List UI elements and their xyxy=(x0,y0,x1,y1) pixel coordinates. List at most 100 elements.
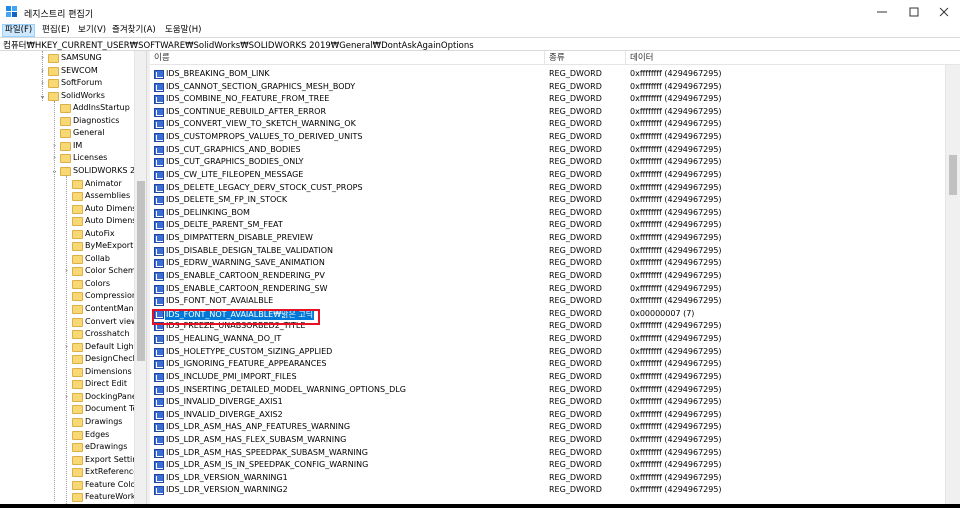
value-row[interactable]: IDS_BREAKING_BOM_LINK REG_DWORD 0xffffffff… xyxy=(150,68,945,81)
tree-item[interactable]: General xyxy=(0,127,134,140)
value-row[interactable]: IDS_INVALID_DIVERGE_AXIS1 REG_DWORD 0xffff… xyxy=(150,396,945,409)
value-type: REG_DWORD xyxy=(549,321,602,331)
value-row[interactable]: IDS_DISABLE_DESIGN_TALBE_VALIDATION REG_D… xyxy=(150,245,945,258)
value-row[interactable]: IDS_ENABLE_CARTOON_RENDERING_PV REG_DWORD… xyxy=(150,270,945,283)
tree-scrollbar-thumb[interactable] xyxy=(137,181,145,361)
tree-item[interactable]: Collab xyxy=(0,253,134,266)
value-row[interactable]: IDS_CW_LITE_FILEOPEN_MESSAGE REG_DWORD 0xf… xyxy=(150,169,945,182)
tree-item[interactable]: › Default Lighti xyxy=(0,341,139,354)
value-row[interactable]: IDS_INVALID_DIVERGE_AXIS2 REG_DWORD 0xffff… xyxy=(150,409,945,422)
tree-item[interactable]: › IM xyxy=(0,140,134,153)
value-data: 0xffffffff (4294967295) xyxy=(630,296,722,306)
value-row[interactable]: IDS_CUSTOMPROPS_VALUES_TO_DERIVED_UNITS R… xyxy=(150,131,945,144)
tree-item[interactable]: Auto Dimensi xyxy=(0,215,139,228)
tree-item[interactable]: Diagnostics xyxy=(0,115,134,128)
tree-item[interactable]: FeatureWorks xyxy=(0,491,140,504)
tree-item[interactable]: Assemblies xyxy=(0,190,134,203)
column-header-data[interactable]: 데이터 xyxy=(626,51,945,65)
value-row[interactable]: IDS_CONTINUE_REBUILD_AFTER_ERROR REG_DWOR… xyxy=(150,106,945,119)
value-row[interactable]: IDS_INSERTING_DETAILED_MODEL_WARNING_OPT… xyxy=(150,384,945,397)
red-highlight-box xyxy=(152,309,320,325)
value-row[interactable]: IDS_DELTE_PARENT_SM_FEAT REG_DWORD 0xfffff… xyxy=(150,219,945,232)
value-data: 0xffffffff (4294967295) xyxy=(630,447,722,457)
tree-item[interactable]: AddInsStartup xyxy=(0,102,134,115)
menu-view[interactable]: 보기(V) xyxy=(76,24,108,37)
menu-edit[interactable]: 편집(E) xyxy=(40,24,72,37)
tree-item[interactable]: AutoFix xyxy=(0,228,134,241)
tree-item[interactable]: Compression xyxy=(0,290,137,303)
tree-item[interactable]: Document Tei xyxy=(0,403,140,416)
value-row[interactable]: IDS_LDR_VERSION_WARNING2 REG_DWORD 0xfffff… xyxy=(150,484,945,497)
value-row[interactable]: IDS_DELETE_SM_FP_IN_STOCK REG_DWORD 0xffff… xyxy=(150,194,945,207)
value-data: 0xffffffff (4294967295) xyxy=(630,245,722,255)
value-row[interactable]: IDS_DIMPATTERN_DISABLE_PREVIEW REG_DWORD 0… xyxy=(150,232,945,245)
value-row[interactable]: IDS_INCLUDE_PMI_IMPORT_FILES REG_DWORD 0xf… xyxy=(150,371,945,384)
tree-scrollbar[interactable] xyxy=(134,51,146,504)
value-row[interactable]: IDS_CUT_GRAPHICS_AND_BODIES REG_DWORD 0xff… xyxy=(150,144,945,157)
value-row[interactable]: IDS_FONT_NOT_AVAIALBLE REG_DWORD 0xfffffff… xyxy=(150,295,945,308)
list-scrollbar-thumb[interactable] xyxy=(949,155,957,195)
value-row[interactable]: IDS_ENABLE_CARTOON_RENDERING_SW REG_DWORD… xyxy=(150,283,945,296)
tree-item[interactable]: Auto Dimensi xyxy=(0,203,139,216)
tree-item[interactable]: Drawings xyxy=(0,416,134,429)
tree-item[interactable]: › Color Scheme xyxy=(0,265,141,278)
tree-item[interactable]: ByMeExport xyxy=(0,240,134,253)
tree-item[interactable]: Feature Colori xyxy=(0,479,141,492)
address-bar[interactable]: 컴퓨터₩HKEY_CURRENT_USER₩SOFTWARE₩SolidWork… xyxy=(0,37,960,51)
value-row[interactable]: IDS_LDR_VERSION_WARNING1 REG_DWORD 0xfffff… xyxy=(150,472,945,485)
value-row[interactable]: IDS_CANNOT_SECTION_GRAPHICS_MESH_BODY REG… xyxy=(150,81,945,94)
tree-item[interactable]: › Licenses xyxy=(0,152,134,165)
value-row[interactable]: IDS_IGNORING_FEATURE_APPEARANCES REG_DWOR… xyxy=(150,358,945,371)
value-row[interactable]: IDS_DELETE_LEGACY_DERV_STOCK_CUST_PROPS R… xyxy=(150,182,945,195)
address-path[interactable]: 컴퓨터₩HKEY_CURRENT_USER₩SOFTWARE₩SolidWork… xyxy=(3,39,474,51)
menu-favorites[interactable]: 즐겨찾기(A) xyxy=(110,24,158,37)
folder-icon xyxy=(72,405,83,415)
close-button[interactable] xyxy=(928,0,960,24)
value-row[interactable]: IDS_CONVERT_VIEW_TO_SKETCH_WARNING_OK REG… xyxy=(150,118,945,131)
value-row[interactable]: IDS_CUT_GRAPHICS_BODIES_ONLY REG_DWORD 0xf… xyxy=(150,156,945,169)
dword-value-icon xyxy=(154,435,164,445)
tree-item[interactable]: Edges xyxy=(0,429,134,442)
title-bar[interactable]: 레지스트리 편집기 xyxy=(0,0,960,24)
value-row[interactable]: IDS_DELINKING_BOM REG_DWORD 0xffffffff (42… xyxy=(150,207,945,220)
value-row[interactable]: IDS_LDR_ASM_HAS_ANP_FEATURES_WARNING REG_… xyxy=(150,421,945,434)
value-row[interactable]: IDS_LDR_ASM_HAS_SPEEDPAK_SUBASM_WARNING R… xyxy=(150,447,945,460)
tree-item[interactable]: ExtReferences xyxy=(0,466,142,479)
value-row[interactable]: IDS_HOLETYPE_CUSTOM_SIZING_APPLIED REG_DW… xyxy=(150,346,945,359)
value-row[interactable]: IDS_LDR_ASM_IS_IN_SPEEDPAK_CONFIG_WARNIN… xyxy=(150,459,945,472)
value-name: IDS_LDR_VERSION_WARNING2 xyxy=(166,485,288,495)
value-row[interactable]: IDS_COMBINE_NO_FEATURE_FROM_TREE REG_DWOR… xyxy=(150,93,945,106)
menu-help[interactable]: 도움말(H) xyxy=(163,24,203,37)
tree-item[interactable]: ⌄ SolidWorks xyxy=(0,90,134,103)
value-type: REG_DWORD xyxy=(549,69,602,78)
tree-item[interactable]: ⌄ SOLIDWORKS 20 xyxy=(0,165,140,178)
tree-item[interactable]: DesignCheck xyxy=(0,353,137,366)
value-data: 0xffffffff (4294967295) xyxy=(630,422,722,432)
tree-item[interactable]: Export Setting xyxy=(0,454,142,467)
tree-item[interactable]: ContentMana xyxy=(0,303,139,316)
tree-item[interactable]: › SAMSUNG xyxy=(0,52,134,65)
value-row[interactable]: IDS_HEALING_WANNA_DO_IT REG_DWORD 0xffffff… xyxy=(150,333,945,346)
tree-item[interactable]: Direct Edit xyxy=(0,378,134,391)
value-type: REG_DWORD xyxy=(549,220,602,230)
tree-item[interactable]: › SoftForum xyxy=(0,77,134,90)
column-header-type[interactable]: 종류 xyxy=(545,51,626,65)
tree-item[interactable]: Dimensions xyxy=(0,366,134,379)
tree-item[interactable]: eDrawings xyxy=(0,441,134,454)
tree-item[interactable]: › SEWCOM xyxy=(0,65,134,78)
value-row[interactable]: IDS_LDR_ASM_HAS_FLEX_SUBASM_WARNING REG_D… xyxy=(150,434,945,447)
column-header-name[interactable]: 이름 xyxy=(150,51,545,65)
tree-item[interactable]: Crosshatch xyxy=(0,328,134,341)
minimize-button[interactable] xyxy=(866,0,898,24)
value-type: REG_DWORD xyxy=(549,157,602,167)
menu-file[interactable]: 파일(F) xyxy=(2,24,36,37)
tree-item-label: FeatureWorks xyxy=(85,492,140,502)
maximize-button[interactable] xyxy=(898,0,930,24)
tree-item[interactable]: Colors xyxy=(0,278,134,291)
tree-item[interactable]: › DockingPanel xyxy=(0,391,139,404)
tree-item-label: Colors xyxy=(85,278,111,288)
value-row[interactable]: IDS_EDRW_WARNING_SAVE_ANIMATION REG_DWORD… xyxy=(150,257,945,270)
list-scrollbar[interactable] xyxy=(945,65,960,504)
tree-item[interactable]: Animator xyxy=(0,178,134,191)
tree-item[interactable]: Convert view xyxy=(0,316,138,329)
